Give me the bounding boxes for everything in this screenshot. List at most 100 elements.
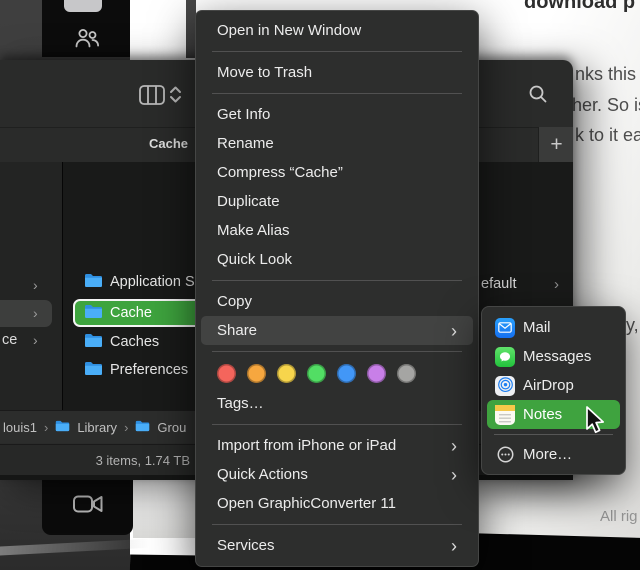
menu-item-move-to-trash[interactable]: Move to Trash xyxy=(201,58,473,87)
menu-item-open-graphicconverter[interactable]: Open GraphicConverter 11 xyxy=(201,489,473,518)
menu-item-label: Quick Look xyxy=(217,251,293,268)
folder-icon xyxy=(84,304,103,323)
menu-item-label: Open GraphicConverter 11 xyxy=(217,495,396,512)
menu-item-label: Compress “Cache” xyxy=(217,164,343,181)
chevron-right-icon: › xyxy=(451,464,457,485)
chevron-right-icon: › xyxy=(451,435,457,456)
folder-icon xyxy=(84,333,103,352)
screen: download p nks this her. So is k to it e… xyxy=(0,0,640,570)
menu-item-label: Import from iPhone or iPad xyxy=(217,437,397,454)
folder-icon xyxy=(84,273,103,292)
file-name: Caches xyxy=(110,334,160,350)
folder-icon xyxy=(84,361,103,380)
tag-gray[interactable] xyxy=(397,364,416,383)
menu-separator xyxy=(212,51,462,52)
tag-color-row xyxy=(196,358,478,389)
tag-green[interactable] xyxy=(307,364,326,383)
chevron-right-icon: › xyxy=(33,332,38,348)
parent-column: › › ce › xyxy=(0,162,63,410)
path-item[interactable]: Library xyxy=(77,420,117,435)
tag-orange[interactable] xyxy=(247,364,266,383)
tag-yellow[interactable] xyxy=(277,364,296,383)
chevron-right-icon: › xyxy=(451,535,457,556)
submenu-item-airdrop[interactable]: AirDrop xyxy=(487,371,620,400)
window-title: Cache xyxy=(149,136,189,151)
folder-icon xyxy=(135,420,150,435)
new-tab-button[interactable]: + xyxy=(538,127,573,162)
submenu-item-label: AirDrop xyxy=(523,377,574,394)
menu-item-label: Duplicate xyxy=(217,193,280,210)
page-headline-fragment: download p xyxy=(524,0,636,13)
submenu-item-label: Notes xyxy=(523,406,563,423)
menu-item-label: Copy xyxy=(217,293,253,310)
search-icon[interactable] xyxy=(528,84,548,109)
file-name: Cache xyxy=(110,305,152,321)
submenu-item-mail[interactable]: Mail xyxy=(487,313,620,342)
background-toolbar-panel xyxy=(42,0,130,57)
menu-separator xyxy=(212,351,462,352)
video-camera-icon[interactable] xyxy=(72,492,104,521)
menu-separator xyxy=(212,424,462,425)
mouse-cursor xyxy=(581,404,607,441)
page-text-fragment: y, xyxy=(626,315,639,335)
people-icon[interactable] xyxy=(73,26,101,57)
menu-item-tags[interactable]: Tags… xyxy=(201,389,473,418)
page-text-fragment: nks this xyxy=(575,64,637,84)
share-submenu: Mail Messages AirDrop Notes More… xyxy=(481,306,626,475)
menu-item-compress[interactable]: Compress “Cache” xyxy=(201,158,473,187)
menu-item-label: Tags… xyxy=(217,395,264,412)
menu-item-label: Services xyxy=(217,537,275,554)
path-item[interactable]: Grou xyxy=(157,420,186,435)
menu-item-quick-actions[interactable]: Quick Actions › xyxy=(201,460,473,489)
partial-icon-shape xyxy=(64,0,102,12)
context-menu: Open in New Window Move to Trash Get Inf… xyxy=(195,10,479,567)
submenu-item-more[interactable]: More… xyxy=(487,440,620,469)
airdrop-app-icon xyxy=(495,375,515,396)
chevron-right-icon: › xyxy=(33,305,38,321)
page-text-fragment: her. So is xyxy=(572,95,640,115)
menu-separator xyxy=(212,93,462,94)
file-name: Preferences xyxy=(110,362,189,378)
tag-blue[interactable] xyxy=(337,364,356,383)
menu-item-label: Quick Actions xyxy=(217,466,308,483)
tag-purple[interactable] xyxy=(367,364,386,383)
menu-item-open-in-new-window[interactable]: Open in New Window xyxy=(201,16,473,45)
parent-column-highlighted-row[interactable] xyxy=(0,300,52,327)
menu-item-label: Open in New Window xyxy=(217,22,362,39)
column-view-icon[interactable] xyxy=(139,85,165,110)
tag-red[interactable] xyxy=(217,364,236,383)
menu-item-copy[interactable]: Copy xyxy=(201,287,473,316)
path-separator: › xyxy=(43,419,49,435)
submenu-item-label: Mail xyxy=(523,319,551,336)
menu-item-services[interactable]: Services › xyxy=(201,531,473,560)
menu-item-duplicate[interactable]: Duplicate xyxy=(201,187,473,216)
menu-separator xyxy=(212,280,462,281)
path-item[interactable]: louis1 xyxy=(3,420,37,435)
menu-item-label: Share xyxy=(217,322,258,339)
page-text-fragment: k to it ea xyxy=(575,125,640,145)
submenu-item-messages[interactable]: Messages xyxy=(487,342,620,371)
menu-item-get-info[interactable]: Get Info xyxy=(201,100,473,129)
more-ellipsis-icon xyxy=(495,445,515,465)
subfolder-label: efault xyxy=(481,276,517,292)
menu-item-quick-look[interactable]: Quick Look xyxy=(201,245,473,274)
menu-item-import-from-iphone[interactable]: Import from iPhone or iPad › xyxy=(201,431,473,460)
submenu-item-label: Messages xyxy=(523,348,592,365)
notes-app-icon xyxy=(495,404,515,425)
menu-item-label: Move to Trash xyxy=(217,64,313,81)
folder-icon xyxy=(55,420,70,435)
menu-item-label: Get Info xyxy=(217,106,271,123)
chevron-up-down-icon[interactable] xyxy=(169,86,182,108)
status-text: 3 items, 1.74 TB xyxy=(95,453,190,468)
messages-app-icon xyxy=(495,346,515,367)
chevron-right-icon: › xyxy=(554,275,559,293)
video-panel xyxy=(42,478,133,535)
parent-column-item-label[interactable]: ce xyxy=(2,332,17,348)
menu-item-rename[interactable]: Rename xyxy=(201,129,473,158)
page-visible-patch xyxy=(133,478,196,538)
desktop-light-streak xyxy=(0,538,151,557)
subfolder-row[interactable]: efault › xyxy=(470,272,573,296)
menu-item-make-alias[interactable]: Make Alias xyxy=(201,216,473,245)
menu-item-share[interactable]: Share › xyxy=(201,316,473,345)
page-footer-fragment: All rig xyxy=(600,508,638,525)
